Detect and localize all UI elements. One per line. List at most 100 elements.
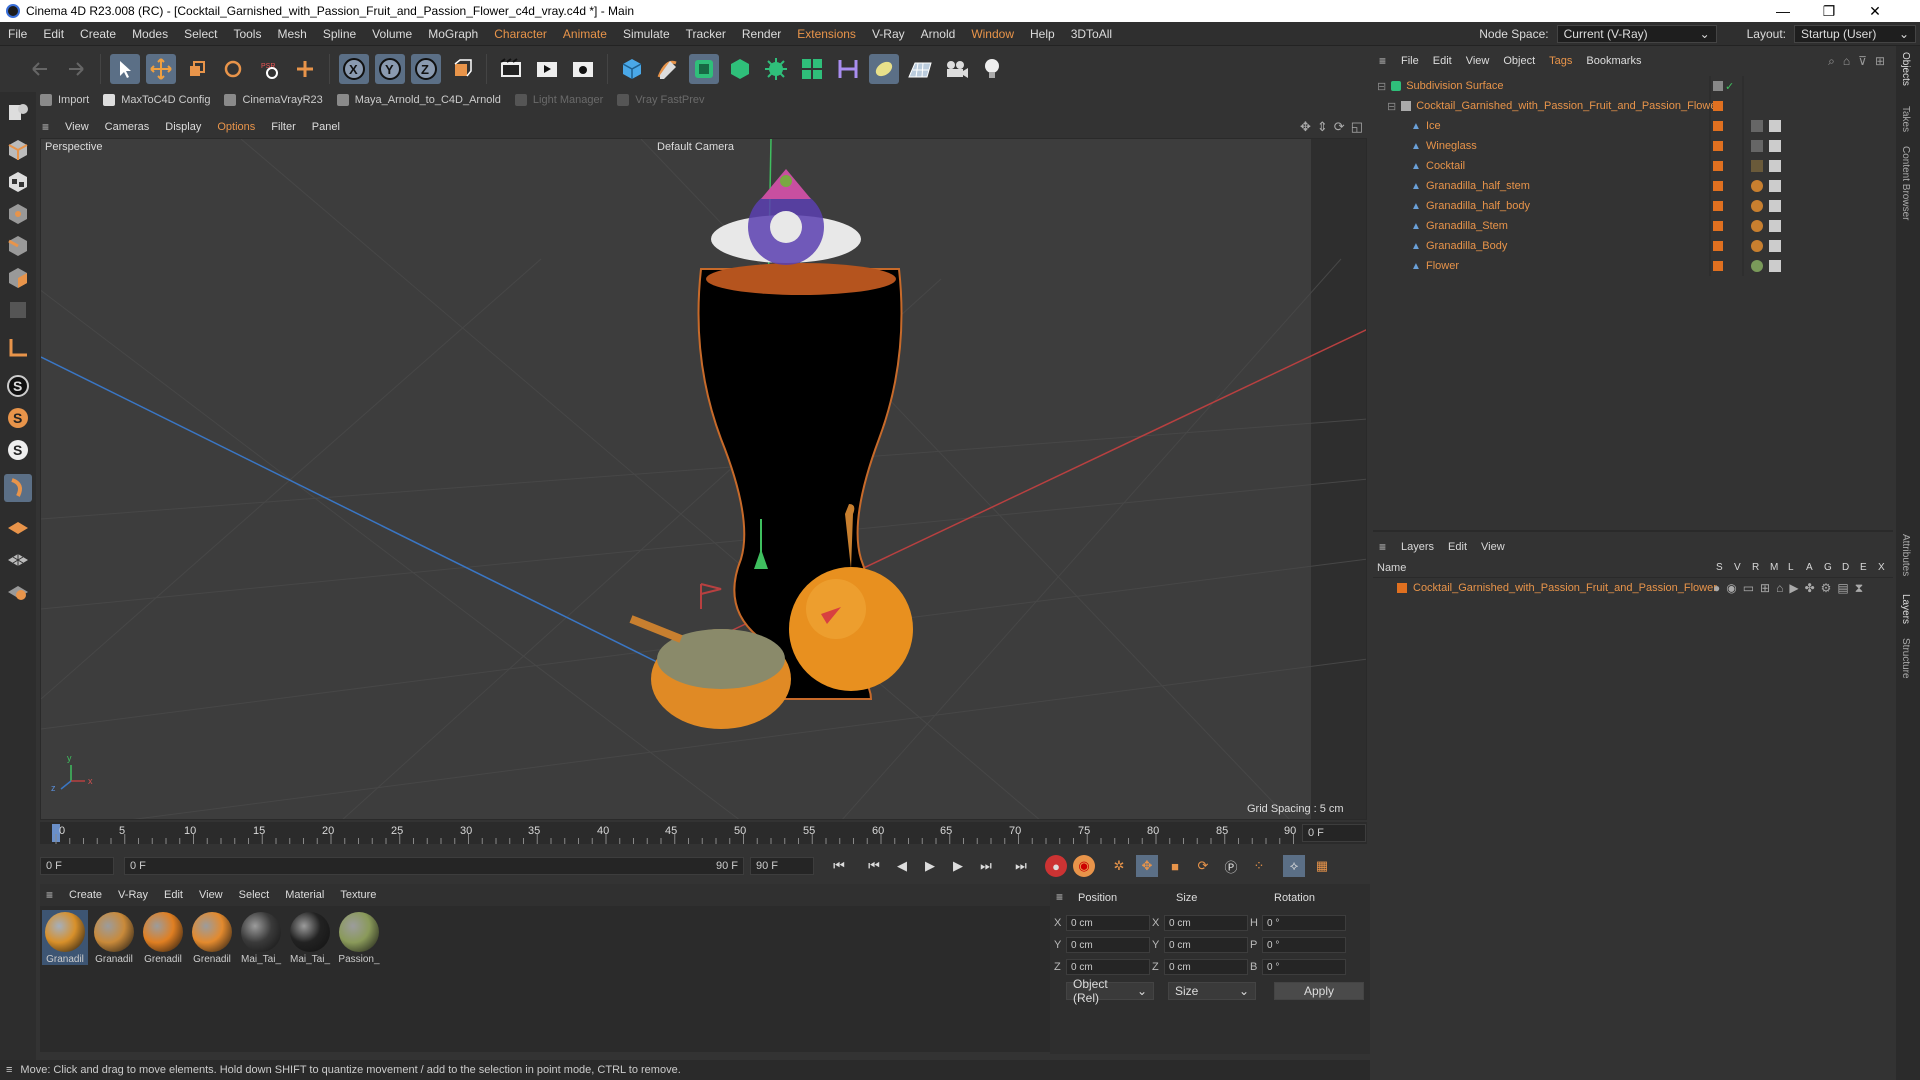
uv-mode-icon[interactable]: [4, 296, 32, 324]
hamburger-icon[interactable]: ≡: [1056, 890, 1063, 904]
texture-tag-icon[interactable]: [1769, 200, 1781, 212]
material-tag-icon[interactable]: [1751, 260, 1763, 272]
close-button[interactable]: ✕: [1852, 0, 1898, 22]
collapse-icon[interactable]: ⊟: [1387, 100, 1396, 113]
layer-color-icon[interactable]: [1713, 141, 1723, 151]
texture-tag-icon[interactable]: [1769, 220, 1781, 232]
layer-color-icon[interactable]: [1713, 261, 1723, 271]
layer-menu-view[interactable]: View: [1474, 541, 1512, 553]
point-level-animation-icon[interactable]: ⁘: [1248, 855, 1270, 877]
visibility-icon[interactable]: [1713, 81, 1723, 91]
import-button[interactable]: Import: [40, 94, 89, 106]
active-camera-label[interactable]: Default Camera: [657, 141, 734, 153]
material-menu-vray[interactable]: V-Ray: [110, 889, 156, 901]
menu-extensions[interactable]: Extensions: [789, 27, 864, 41]
menu-tools[interactable]: Tools: [225, 27, 269, 41]
workplane-icon[interactable]: [4, 512, 32, 540]
material-tag-icon[interactable]: [1751, 200, 1763, 212]
subdivision-surface-icon[interactable]: [689, 54, 719, 84]
workplane-snap-icon[interactable]: S: [4, 436, 32, 464]
snap-icon[interactable]: S: [4, 372, 32, 400]
minimize-button[interactable]: —: [1760, 0, 1806, 22]
layer-color-icon[interactable]: [1713, 161, 1723, 171]
menu-3dtoall[interactable]: 3DToAll: [1063, 27, 1120, 41]
position-z-field[interactable]: 0 cm: [1066, 959, 1150, 975]
viewport-menu-view[interactable]: View: [57, 121, 97, 133]
menu-select[interactable]: Select: [176, 27, 225, 41]
layer-color-icon[interactable]: [1713, 221, 1723, 231]
polygons-mode-icon[interactable]: [4, 264, 32, 292]
current-frame-readout[interactable]: 0 F: [1302, 824, 1366, 842]
hamburger-icon[interactable]: ≡: [6, 1064, 12, 1076]
material-swatch[interactable]: Grenadil: [189, 910, 235, 965]
viewport-pan-icon[interactable]: ✥: [1300, 119, 1311, 135]
material-menu-edit[interactable]: Edit: [156, 889, 191, 901]
array-generator-icon[interactable]: [797, 54, 827, 84]
restore-button[interactable]: ❐: [1806, 0, 1852, 22]
autokeying-icon[interactable]: ◉: [1073, 855, 1095, 877]
render-to-picture-viewer-icon[interactable]: [532, 54, 562, 84]
keyframe-selection-icon[interactable]: ✲: [1108, 855, 1130, 877]
menu-arnold[interactable]: Arnold: [913, 27, 964, 41]
y-axis-lock-icon[interactable]: Y: [375, 54, 405, 84]
model-mode-icon[interactable]: [4, 136, 32, 164]
record-keys-icon[interactable]: ●: [1045, 855, 1067, 877]
texture-tag-icon[interactable]: [1769, 120, 1781, 132]
start-frame-field[interactable]: 0 F: [40, 857, 114, 875]
search-icon[interactable]: ⌕: [1828, 54, 1835, 69]
preview-range-slider[interactable]: 0 F 90 F: [124, 857, 744, 875]
object-row-group[interactable]: ⊟ Cocktail_Garnished_with_Passion_Fruit_…: [1373, 96, 1893, 116]
lock-workplane-icon[interactable]: [4, 576, 32, 604]
object-row-subdivision-surface[interactable]: ⊟ Subdivision Surface ✓: [1373, 76, 1893, 96]
pen-spline-icon[interactable]: [653, 54, 683, 84]
material-menu-texture[interactable]: Texture: [332, 889, 384, 901]
material-menu-select[interactable]: Select: [231, 889, 278, 901]
material-tag-icon[interactable]: [1751, 140, 1763, 152]
position-x-field[interactable]: 0 cm: [1066, 915, 1150, 931]
viewport-menu-display[interactable]: Display: [157, 121, 209, 133]
position-y-field[interactable]: 0 cm: [1066, 937, 1150, 953]
layer-row[interactable]: Cocktail_Garnished_with_Passion_Fruit_an…: [1373, 578, 1893, 598]
next-key-icon[interactable]: ⏭: [975, 855, 997, 877]
material-tag-icon[interactable]: [1751, 120, 1763, 132]
material-menu-view[interactable]: View: [191, 889, 231, 901]
home-icon[interactable]: ⌂: [1843, 54, 1850, 68]
texture-tag-icon[interactable]: [1769, 140, 1781, 152]
cube-object-icon[interactable]: [617, 54, 647, 84]
material-menu-material[interactable]: Material: [277, 889, 332, 901]
go-to-end-icon[interactable]: ⏭: [1010, 855, 1032, 877]
apply-button[interactable]: Apply: [1274, 982, 1364, 1000]
scheme-settings-icon[interactable]: ⟡: [1283, 855, 1305, 877]
viewport-maximize-icon[interactable]: ◱: [1351, 119, 1363, 135]
object-row[interactable]: ▲ Flower: [1373, 256, 1893, 276]
texture-tag-icon[interactable]: [1769, 160, 1781, 172]
texture-tag-icon[interactable]: [1769, 260, 1781, 272]
menu-mograph[interactable]: MoGraph: [420, 27, 486, 41]
snap-settings-icon[interactable]: S: [4, 404, 32, 432]
menu-animate[interactable]: Animate: [555, 27, 615, 41]
collapse-icon[interactable]: ⊟: [1377, 80, 1386, 93]
texture-mode-icon[interactable]: [4, 168, 32, 196]
rotation-b-field[interactable]: 0 °: [1262, 959, 1346, 975]
extrude-generator-icon[interactable]: [725, 54, 755, 84]
layout-select[interactable]: Startup (User) ⌄: [1794, 24, 1916, 43]
size-mode-select[interactable]: Size ⌄: [1168, 982, 1256, 1000]
tab-content-browser[interactable]: Content Browser: [1900, 146, 1911, 220]
position-key-icon[interactable]: ✥: [1136, 855, 1158, 877]
object-row[interactable]: ▲ Granadilla_half_body: [1373, 196, 1893, 216]
viewport-menu-options[interactable]: Options: [209, 121, 263, 133]
menu-edit[interactable]: Edit: [35, 27, 72, 41]
select-cursor-icon[interactable]: [110, 54, 140, 84]
tab-takes[interactable]: Takes: [1900, 106, 1911, 132]
material-tag-icon[interactable]: [1751, 240, 1763, 252]
object-menu-edit[interactable]: Edit: [1426, 55, 1459, 67]
filter-icon[interactable]: ⊽: [1858, 54, 1867, 68]
light-object-icon[interactable]: [977, 54, 1007, 84]
coordinate-mode-select[interactable]: Object (Rel) ⌄: [1066, 977, 1154, 1005]
3d-viewport[interactable]: y x z Perspective Default Camera Grid Sp…: [40, 138, 1367, 820]
menu-character[interactable]: Character: [486, 27, 555, 41]
field-object-icon[interactable]: [869, 54, 899, 84]
material-swatch[interactable]: Grenadil: [140, 910, 186, 965]
grid-workplane-icon[interactable]: [4, 544, 32, 572]
undo-icon[interactable]: [25, 54, 55, 84]
